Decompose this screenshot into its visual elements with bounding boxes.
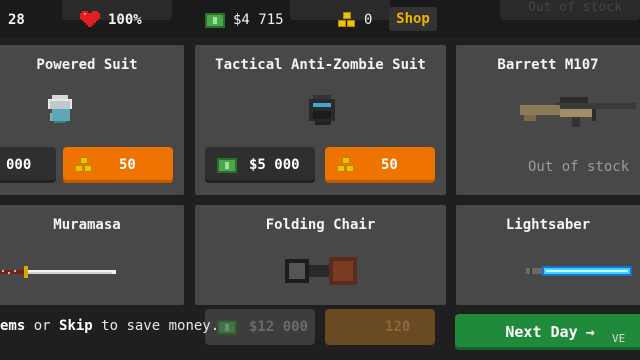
item-card-folding-chair[interactable]: Folding Chair $12 000 120 (195, 205, 446, 345)
heart-icon (80, 11, 100, 29)
gold-bars-icon (75, 157, 93, 173)
gold-bars-icon (337, 157, 355, 173)
cash-icon (217, 319, 237, 335)
next-day-label: Next Day (505, 323, 578, 341)
item-card-lightsaber[interactable]: Lightsaber (456, 205, 640, 305)
buy-gold-button[interactable]: 50 (325, 147, 435, 183)
gold-price: 50 (119, 157, 136, 173)
hint-or: or (25, 318, 60, 334)
buy-gold-button[interactable]: 120 (325, 309, 435, 345)
day-counter: 28 (8, 8, 25, 32)
item-name: Barrett M107 (497, 57, 599, 73)
katana-icon (0, 263, 116, 282)
item-name: Powered Suit (36, 57, 138, 73)
out-of-stock-label: Out of stock (528, 159, 630, 175)
hint-text: ems or Skip to save money. (0, 318, 219, 334)
cash-icon (205, 12, 225, 28)
gold-stat: 0 (338, 8, 372, 32)
gold-value: 0 (364, 12, 373, 28)
cash-icon (217, 157, 237, 173)
buy-cash-button[interactable]: $5 000 (205, 147, 315, 183)
hint-skip-word: Skip (59, 318, 93, 334)
item-name: Tactical Anti-Zombie Suit (215, 57, 426, 73)
lightsaber-icon (526, 263, 632, 282)
gold-price: 50 (381, 157, 398, 173)
gold-bars-icon (338, 12, 356, 28)
cash-price: 000 (6, 157, 32, 173)
top-status-bar: Out of stock 28 100% $4 715 0 Shop (0, 0, 640, 38)
buy-gold-button[interactable]: 50 (63, 147, 173, 183)
item-name: Muramasa (53, 217, 121, 233)
buy-cash-button[interactable]: 000 (0, 147, 56, 183)
arrow-right-icon: → (585, 323, 595, 341)
cash-price: $12 000 (249, 319, 309, 335)
sniper-rifle-icon (520, 93, 636, 131)
faded-out-of-stock-text: Out of stock (528, 0, 622, 15)
buy-cash-button[interactable]: $12 000 (205, 309, 315, 345)
shop-button[interactable]: Shop (389, 7, 437, 31)
item-name: Folding Chair (265, 217, 376, 233)
money-stat: $4 715 (205, 8, 284, 32)
item-name: Lightsaber (505, 217, 591, 233)
day-count-value: 28 (8, 12, 25, 28)
gold-price: 120 (385, 319, 411, 335)
health-value: 100% (108, 12, 142, 28)
item-card-muramasa[interactable]: Muramasa (0, 205, 184, 305)
folding-chair-icon (285, 255, 357, 291)
powered-suit-icon (46, 95, 74, 129)
health-stat: 100% (80, 8, 142, 32)
item-card-powered-suit[interactable]: Powered Suit 000 50 (0, 45, 184, 195)
tactical-helmet-icon (307, 95, 337, 131)
money-value: $4 715 (233, 12, 284, 28)
cash-price: $5 000 (249, 157, 300, 173)
hint-items-word: ems (0, 318, 26, 334)
item-card-tactical-anti-zombie-suit[interactable]: Tactical Anti-Zombie Suit $5 000 50 (195, 45, 446, 195)
version-label: VE (612, 332, 626, 345)
item-card-barrett-m107[interactable]: Barrett M107 Out of stock (456, 45, 640, 195)
hint-tail: to save money. (92, 318, 220, 334)
